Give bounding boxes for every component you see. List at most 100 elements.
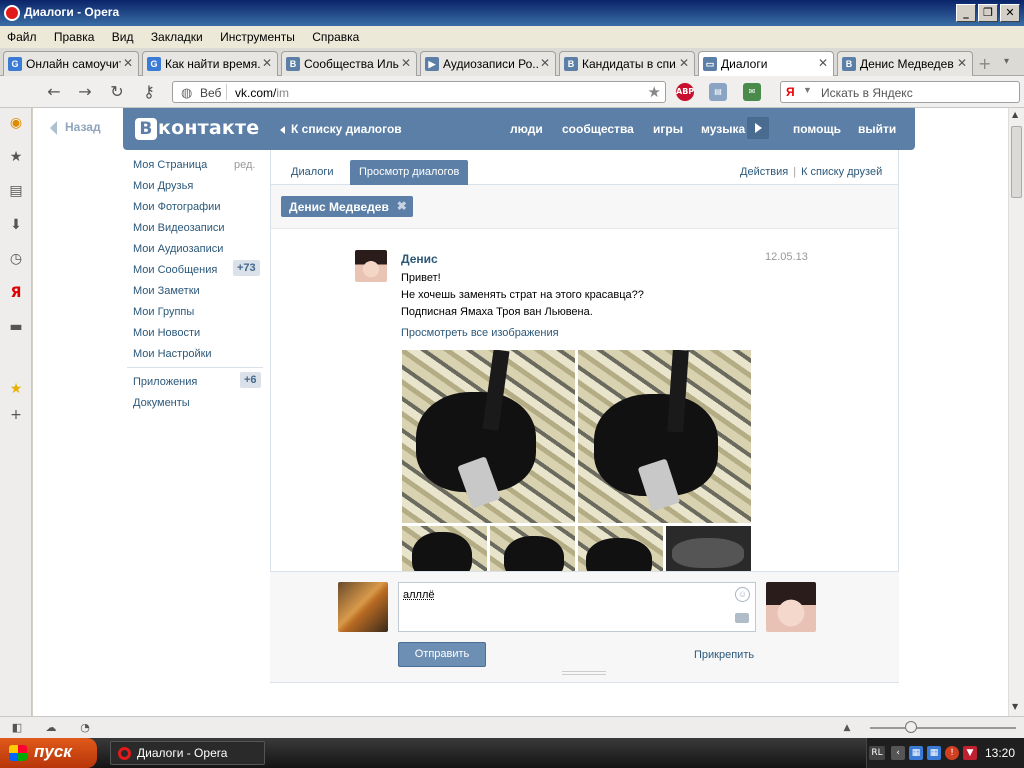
nav-help[interactable]: помощь [793, 122, 841, 136]
menu-friends[interactable]: Мои Друзья [133, 180, 193, 192]
menu-view[interactable]: Вид [105, 26, 141, 44]
history-clock-icon[interactable]: ◷ [7, 250, 25, 268]
reload-icon[interactable]: ↻ [107, 82, 127, 102]
windows-panel-icon[interactable]: ▬ [7, 318, 25, 336]
menu-groups[interactable]: Мои Группы [133, 306, 194, 318]
triangle-up-icon[interactable]: ▲ [840, 721, 854, 735]
attachment-photo[interactable] [578, 350, 751, 523]
attachment-photo[interactable] [578, 526, 663, 572]
apps-badge[interactable]: +6 [240, 372, 261, 388]
avatar[interactable] [355, 250, 387, 282]
chevron-down-icon[interactable]: ▼ [803, 85, 812, 95]
menu-messages[interactable]: Мои Сообщения [133, 264, 217, 276]
unite-cloud-icon[interactable]: ☁ [44, 721, 58, 735]
attachment-photo[interactable] [666, 526, 751, 572]
view-all-images-link[interactable]: Просмотреть все изображения [401, 327, 559, 339]
downloads-icon[interactable]: ⬇ [7, 216, 25, 234]
menu-bookmarks[interactable]: Закладки [144, 26, 210, 44]
scroll-up-icon[interactable]: ▲ [1012, 110, 1018, 119]
language-indicator[interactable]: RL [869, 746, 885, 760]
forward-arrow-icon[interactable]: → [75, 82, 95, 102]
avatar[interactable] [766, 582, 816, 632]
start-button[interactable]: пуск [0, 738, 97, 768]
zoom-slider[interactable] [870, 727, 1016, 729]
browser-tab[interactable]: G Онлайн самоучит... ✕ [3, 51, 139, 76]
yandex-panel-icon[interactable]: Я [7, 284, 25, 302]
vertical-scrollbar[interactable]: ▲ ▼ [1008, 108, 1024, 716]
nav-logout[interactable]: выйти [858, 122, 896, 136]
smiley-icon[interactable]: ☺ [735, 587, 750, 602]
menu-apps[interactable]: Приложения [133, 376, 197, 388]
tab-close-icon[interactable]: ✕ [123, 56, 133, 70]
zoom-slider-thumb[interactable] [905, 721, 917, 733]
new-tab-icon[interactable]: + [978, 54, 991, 73]
tab-dialogs[interactable]: Диалоги [291, 166, 334, 178]
browser-tab[interactable]: B Сообщества Иль... ✕ [281, 51, 417, 76]
tray-arrow-icon[interactable]: ‹ [891, 746, 905, 760]
to-dialog-list-link[interactable]: К списку диалогов [280, 122, 402, 136]
nav-games[interactable]: игры [653, 122, 683, 136]
address-field[interactable]: ◍ Веб vk.com/im ★ [172, 81, 666, 103]
network-icon-2[interactable]: ▦ [927, 746, 941, 760]
close-window-button[interactable]: ✕ [1000, 4, 1020, 22]
tab-close-icon[interactable]: ✕ [401, 56, 411, 70]
taskbar-item[interactable]: Диалоги - Opera [110, 741, 265, 765]
mail-panel-icon[interactable]: ◉ [7, 114, 25, 132]
bookmark-star-icon[interactable]: ★ [648, 83, 661, 101]
message-input[interactable]: алллё ☺ [398, 582, 756, 632]
scroll-down-icon[interactable]: ▼ [1012, 702, 1018, 711]
notes-panel-icon[interactable]: ▤ [7, 182, 25, 200]
menu-photos[interactable]: Мои Фотографии [133, 201, 220, 213]
notes-icon[interactable]: ▤ [709, 83, 727, 101]
camera-icon[interactable] [735, 613, 749, 623]
attachment-photo[interactable] [402, 526, 487, 572]
menu-documents[interactable]: Документы [133, 397, 190, 409]
browser-tab[interactable]: G Как найти время... ✕ [142, 51, 278, 76]
avatar[interactable] [338, 582, 388, 632]
nav-people[interactable]: люди [510, 122, 543, 136]
bookmarks-star-icon[interactable]: ★ [7, 148, 25, 166]
friends-list-link[interactable]: К списку друзей [801, 166, 882, 178]
menu-my-page[interactable]: Моя Страница [133, 159, 207, 171]
menu-audio[interactable]: Мои Аудиозаписи [133, 243, 223, 255]
adblock-icon[interactable]: ABP [676, 83, 694, 101]
menu-videos[interactable]: Мои Видеозаписи [133, 222, 225, 234]
back-arrow-icon[interactable]: ← [44, 82, 64, 102]
message-date[interactable]: 12.05.13 [765, 251, 808, 263]
browser-tab[interactable]: B Кандидаты в спи... ✕ [559, 51, 695, 76]
browser-tab[interactable]: B Денис Медведев ✕ [837, 51, 973, 76]
maximize-button[interactable]: ❐ [978, 4, 998, 22]
tab-close-icon[interactable]: ✕ [540, 56, 550, 70]
close-icon[interactable]: ✖ [397, 199, 407, 213]
messages-badge[interactable]: +73 [233, 260, 260, 276]
attachment-photo[interactable] [402, 350, 575, 523]
favorite-star-icon[interactable]: ★ [7, 380, 25, 398]
key-icon[interactable]: ⚷ [139, 82, 159, 102]
resize-handle[interactable] [562, 671, 606, 675]
tab-view-dialogs[interactable]: Просмотр диалогов [350, 160, 469, 185]
menu-news[interactable]: Мои Новости [133, 327, 200, 339]
menu-help[interactable]: Справка [305, 26, 366, 44]
attach-link[interactable]: Прикрепить [694, 649, 754, 661]
browser-tab[interactable]: ▶ Аудиозаписи Ро... ✕ [420, 51, 556, 76]
security-alert-icon[interactable]: ! [945, 746, 959, 760]
menu-file[interactable]: Файл [0, 26, 44, 44]
search-input[interactable]: Я ▼ Искать в Яндекс [780, 81, 1020, 103]
menu-tools[interactable]: Инструменты [213, 26, 302, 44]
browser-tab-active[interactable]: ▭ Диалоги ✕ [698, 51, 834, 76]
tab-close-icon[interactable]: ✕ [818, 56, 828, 70]
nav-music[interactable]: музыка [701, 122, 745, 136]
attachment-photo[interactable] [490, 526, 575, 572]
back-link[interactable]: Назад [50, 120, 101, 135]
antivirus-shield-icon[interactable]: ▼ [963, 746, 977, 760]
scroll-thumb[interactable] [1011, 126, 1022, 198]
add-panel-icon[interactable]: + [7, 406, 25, 424]
message-author[interactable]: Денис [401, 252, 438, 266]
menu-notes[interactable]: Мои Заметки [133, 285, 200, 297]
tab-close-icon[interactable]: ✕ [262, 56, 272, 70]
menu-edit[interactable]: Правка [47, 26, 102, 44]
minimize-button[interactable]: _ [956, 4, 976, 22]
tab-list-icon[interactable]: ▾ [1004, 56, 1009, 67]
play-icon[interactable] [747, 117, 769, 139]
send-button[interactable]: Отправить [398, 642, 486, 667]
